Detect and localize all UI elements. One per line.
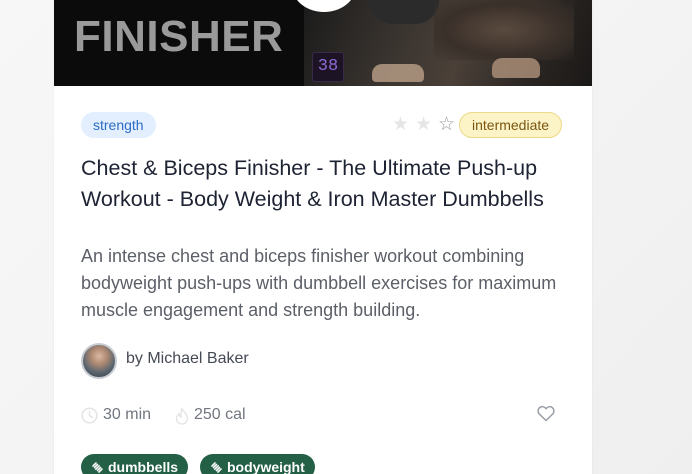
duration-text: 30 min [103, 406, 152, 423]
workout-description: An intense chest and biceps finisher wor… [81, 246, 557, 320]
thumbnail-title: FINISHER [74, 12, 284, 61]
favorite-heart-icon[interactable] [537, 405, 555, 427]
hero-photo [304, 0, 592, 86]
difficulty-rating: ★ ★ ☆ [390, 114, 457, 136]
hero-photo-hand-right [492, 58, 540, 78]
calories-text: 250 cal [194, 406, 246, 423]
star-outline-icon: ☆ [437, 114, 456, 135]
equipment-tag-dumbbells[interactable]: dumbbells [81, 454, 189, 474]
equipment-tag-bodyweight[interactable]: bodyweight [200, 454, 315, 474]
workout-thumbnail[interactable]: FINISHER 38 [54, 0, 592, 86]
hero-photo-body [434, 0, 574, 60]
workout-title[interactable]: Chest & Biceps Finisher - The Ultimate P… [81, 153, 581, 215]
star-icon: ★ [414, 114, 433, 135]
flame-icon [174, 407, 190, 430]
workout-card[interactable]: FINISHER 38 strength ★ ★ ☆ intermediate … [54, 0, 592, 474]
dumbbell-icon [210, 461, 223, 474]
hero-photo-hand [372, 64, 424, 82]
thumbnail-badge: 38 [312, 52, 344, 82]
author-avatar[interactable] [81, 343, 117, 379]
star-icon: ★ [391, 114, 410, 135]
clock-icon [81, 407, 98, 429]
category-tag[interactable]: strength [81, 112, 156, 138]
hero-photo-arm [369, 0, 439, 24]
equipment-tag-label: bodyweight [227, 459, 305, 474]
equipment-tag-label: dumbbells [108, 459, 179, 474]
author-name[interactable]: by Michael Baker [126, 350, 249, 368]
dumbbell-icon [91, 461, 104, 474]
level-badge: intermediate [459, 112, 563, 138]
